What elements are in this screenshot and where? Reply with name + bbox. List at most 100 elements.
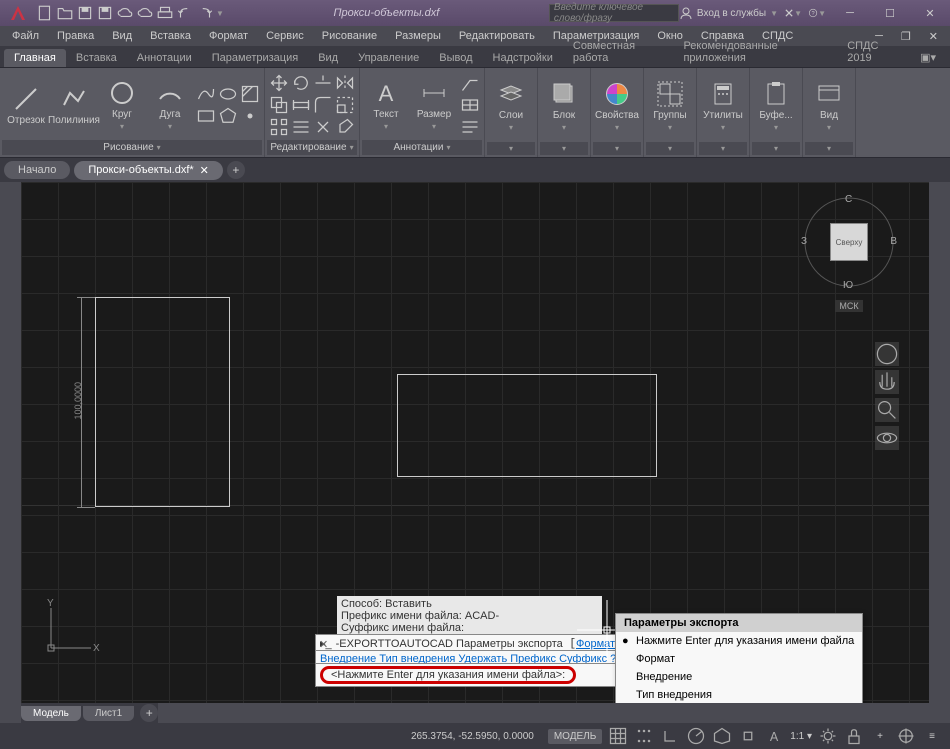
context-item-enter[interactable]: Нажмите Enter для указания имени файла bbox=[616, 632, 862, 650]
layout-tab-model[interactable]: Модель bbox=[21, 706, 81, 721]
status-space-button[interactable]: МОДЕЛЬ bbox=[548, 729, 602, 744]
ribbon-tab-home[interactable]: Главная bbox=[4, 49, 66, 67]
ribbon-tab-annotate[interactable]: Аннотации bbox=[127, 49, 202, 67]
nav-wheel-icon[interactable] bbox=[875, 342, 899, 366]
rectangle-1[interactable] bbox=[95, 297, 230, 507]
panel-block-title[interactable]: ▾ bbox=[540, 142, 588, 155]
ribbon-tab-insert[interactable]: Вставка bbox=[66, 49, 127, 67]
qat-new-icon[interactable] bbox=[36, 4, 54, 22]
tool-hatch-icon[interactable] bbox=[240, 84, 260, 104]
close-button[interactable]: ✕ bbox=[910, 0, 950, 26]
search-input[interactable]: Введите ключевое слово/фразу bbox=[549, 4, 679, 22]
panel-draw-title[interactable]: Рисование▾ bbox=[2, 140, 262, 155]
tool-table-icon[interactable] bbox=[460, 95, 480, 115]
panel-edit-title[interactable]: Редактирование▾ bbox=[267, 140, 357, 155]
context-item-embedtype[interactable]: Тип внедрения bbox=[616, 686, 862, 703]
tool-spline-icon[interactable] bbox=[196, 84, 216, 104]
layout-tab-sheet1[interactable]: Лист1 bbox=[83, 706, 134, 721]
menu-insert[interactable]: Вставка bbox=[142, 28, 199, 44]
tool-erase-icon[interactable] bbox=[335, 117, 355, 137]
context-item-format[interactable]: Формат bbox=[616, 650, 862, 668]
tool-copy-icon[interactable] bbox=[269, 95, 289, 115]
menu-edit[interactable]: Правка bbox=[49, 28, 102, 44]
menu-doc-close[interactable]: ✕ bbox=[921, 28, 946, 45]
panel-view-title[interactable]: ▾ bbox=[805, 142, 853, 155]
qat-open-icon[interactable] bbox=[56, 4, 74, 22]
tool-explode-icon[interactable] bbox=[313, 117, 333, 137]
menu-file[interactable]: Файл bbox=[4, 28, 47, 44]
tool-text[interactable]: AТекст▾ bbox=[362, 73, 410, 137]
ribbon-expand-icon[interactable]: ▣▾ bbox=[910, 48, 946, 67]
tool-line[interactable]: Отрезок bbox=[2, 73, 50, 137]
context-item-embed[interactable]: Внедрение bbox=[616, 668, 862, 686]
tool-offset-icon[interactable] bbox=[291, 117, 311, 137]
status-target-icon[interactable] bbox=[896, 726, 916, 746]
qat-undo-icon[interactable] bbox=[176, 4, 194, 22]
menu-modify[interactable]: Редактировать bbox=[451, 28, 543, 44]
panel-clipboard-title[interactable]: ▾ bbox=[752, 142, 800, 155]
status-ortho-icon[interactable] bbox=[660, 726, 680, 746]
ribbon-tab-parametric[interactable]: Параметризация bbox=[202, 49, 308, 67]
qat-redo-icon[interactable] bbox=[196, 4, 214, 22]
tool-polygon-icon[interactable] bbox=[218, 106, 238, 126]
cmd-close-button[interactable]: ✕ bbox=[319, 638, 328, 651]
tool-layers[interactable]: Слои▾ bbox=[487, 74, 535, 138]
panel-groups-title[interactable]: ▾ bbox=[646, 142, 694, 155]
tool-properties[interactable]: Свойства▾ bbox=[593, 74, 641, 138]
ribbon-tab-spds2019[interactable]: СПДС 2019 bbox=[837, 37, 910, 67]
status-annoscale-icon[interactable]: A bbox=[764, 726, 784, 746]
doc-tab-start[interactable]: Начало bbox=[4, 161, 70, 179]
status-lock-icon[interactable] bbox=[844, 726, 864, 746]
ribbon-tab-manage[interactable]: Управление bbox=[348, 49, 429, 67]
status-scale[interactable]: 1:1 ▾ bbox=[790, 731, 812, 742]
ribbon-tab-addins[interactable]: Надстройки bbox=[483, 49, 563, 67]
rectangle-2[interactable] bbox=[397, 374, 657, 477]
status-snap-icon[interactable] bbox=[634, 726, 654, 746]
status-grid-icon[interactable] bbox=[608, 726, 628, 746]
tool-utilities[interactable]: Утилиты▾ bbox=[699, 74, 747, 138]
ribbon-tab-featured[interactable]: Рекомендованные приложения bbox=[673, 37, 837, 67]
nav-zoom-icon[interactable] bbox=[875, 398, 899, 422]
status-iso-icon[interactable] bbox=[712, 726, 732, 746]
doc-tab-add-button[interactable]: + bbox=[227, 161, 245, 179]
tool-fillet-icon[interactable] bbox=[313, 95, 333, 115]
viewcube-top[interactable]: Сверху bbox=[830, 223, 868, 261]
panel-layers-title[interactable]: ▾ bbox=[487, 142, 535, 155]
tool-circle[interactable]: Круг▾ bbox=[98, 73, 146, 137]
status-plus-icon[interactable]: + bbox=[870, 726, 890, 746]
tool-clipboard[interactable]: Буфе...▾ bbox=[752, 74, 800, 138]
tool-trim-icon[interactable] bbox=[313, 73, 333, 93]
ribbon-tab-view[interactable]: Вид bbox=[308, 49, 348, 67]
menu-view[interactable]: Вид bbox=[104, 28, 140, 44]
menu-format[interactable]: Формат bbox=[201, 28, 256, 44]
ribbon-tab-collab[interactable]: Совместная работа bbox=[563, 37, 674, 67]
menu-dimensions[interactable]: Размеры bbox=[387, 28, 449, 44]
doc-tab-close-icon[interactable]: ✕ bbox=[200, 164, 209, 177]
tool-point-icon[interactable] bbox=[240, 106, 260, 126]
minimize-button[interactable]: ─ bbox=[830, 0, 870, 26]
qat-saveas-icon[interactable] bbox=[96, 4, 114, 22]
tool-ellipse-icon[interactable] bbox=[218, 84, 238, 104]
tool-view[interactable]: Вид▾ bbox=[805, 74, 853, 138]
status-osnap-icon[interactable] bbox=[738, 726, 758, 746]
tool-mirror-icon[interactable] bbox=[335, 73, 355, 93]
status-polar-icon[interactable] bbox=[686, 726, 706, 746]
status-customize-icon[interactable]: ≡ bbox=[922, 726, 942, 746]
qat-cloud-open-icon[interactable] bbox=[116, 4, 134, 22]
tool-leader-icon[interactable] bbox=[460, 73, 480, 93]
tool-rotate-icon[interactable] bbox=[291, 73, 311, 93]
nav-orbit-icon[interactable] bbox=[875, 426, 899, 450]
panel-props-title[interactable]: ▾ bbox=[593, 142, 641, 155]
drawing-canvas[interactable]: document.write(Array.from({length:30},(_… bbox=[21, 182, 929, 703]
tool-dimension[interactable]: Размер▾ bbox=[410, 73, 458, 137]
tool-scale-icon[interactable] bbox=[335, 95, 355, 115]
ribbon-tab-output[interactable]: Вывод bbox=[429, 49, 482, 67]
nav-pan-icon[interactable] bbox=[875, 370, 899, 394]
tool-mtext-icon[interactable] bbox=[460, 117, 480, 137]
tool-rect-icon[interactable] bbox=[196, 106, 216, 126]
menu-draw[interactable]: Рисование bbox=[314, 28, 385, 44]
status-gear-icon[interactable] bbox=[818, 726, 838, 746]
qat-dropdown-icon[interactable]: ▼ bbox=[216, 9, 224, 18]
tool-block[interactable]: Блок▾ bbox=[540, 74, 588, 138]
tool-arc[interactable]: Дуга▾ bbox=[146, 73, 194, 137]
